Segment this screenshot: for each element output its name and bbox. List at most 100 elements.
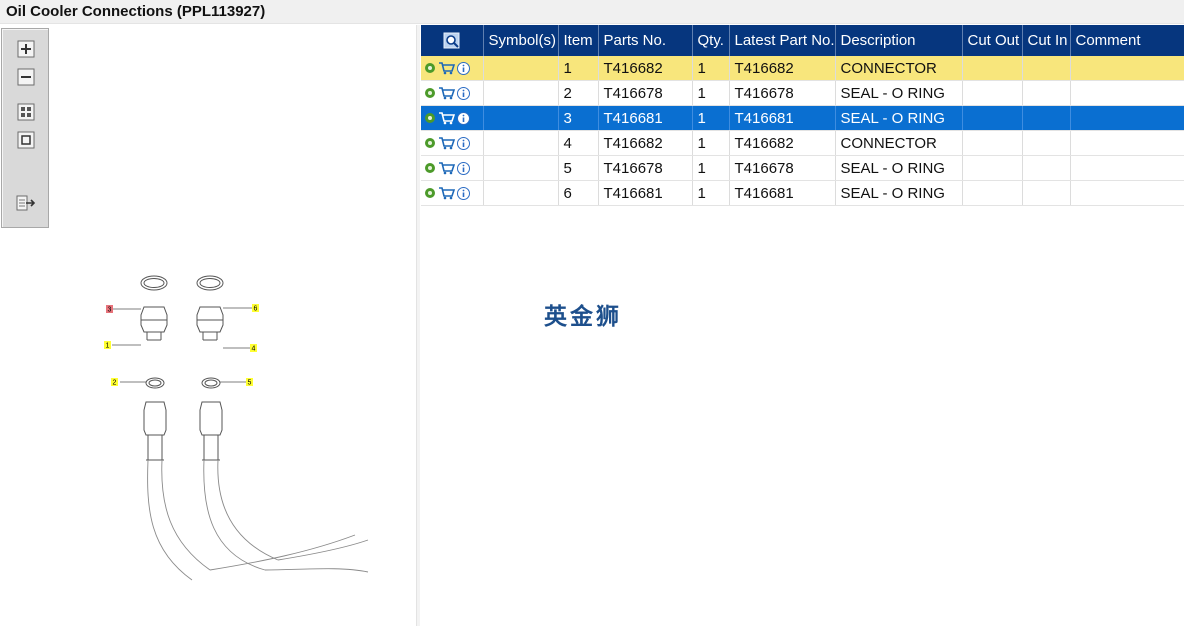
table-row[interactable]: 6 T416681 1 T416681 SEAL - O RING <box>421 180 1184 206</box>
cell-qty: 1 <box>692 105 730 131</box>
row-icons-cell <box>421 180 484 206</box>
cell-part-no: T416678 <box>598 80 693 106</box>
cell-latest-part-no: T416681 <box>729 180 836 206</box>
row-icons-cell <box>421 105 484 131</box>
zoom-out-button[interactable] <box>16 67 36 87</box>
row-icons-cell <box>421 56 484 81</box>
cell-cut-out <box>962 130 1023 156</box>
column-header-symbols[interactable]: Symbol(s) <box>483 25 559 56</box>
viewer-toolbar <box>1 28 49 228</box>
table-header-row: Symbol(s) Item Parts No. Qty. Latest Par… <box>421 25 1184 56</box>
cell-symbols <box>483 56 559 81</box>
info-icon[interactable] <box>457 61 470 75</box>
header-magnify[interactable] <box>421 25 484 56</box>
cell-qty: 1 <box>692 80 730 106</box>
cell-cut-out <box>962 155 1023 181</box>
cell-symbols <box>483 80 559 106</box>
column-header-latest-part-no[interactable]: Latest Part No. <box>729 25 836 56</box>
export-button[interactable] <box>16 193 36 213</box>
cell-latest-part-no: T416682 <box>729 130 836 156</box>
parts-table: Symbol(s) Item Parts No. Qty. Latest Par… <box>421 25 1184 206</box>
table-row[interactable]: 3 T416681 1 T416681 SEAL - O RING <box>421 105 1184 131</box>
callout-label: 6 <box>254 306 258 313</box>
pane-splitter[interactable] <box>416 25 420 626</box>
window-title: Oil Cooler Connections (PPL113927) <box>6 3 266 20</box>
column-header-parts-no[interactable]: Parts No. <box>598 25 693 56</box>
gear-icon[interactable] <box>424 62 436 74</box>
title-bar: Oil Cooler Connections (PPL113927) <box>0 0 1184 24</box>
cart-icon[interactable] <box>438 161 455 175</box>
row-icons-cell <box>421 130 484 156</box>
exploded-parts-diagram[interactable]: 3 1 2 6 4 5 <box>100 270 400 590</box>
cell-part-no: T416681 <box>598 180 693 206</box>
cell-latest-part-no: T416678 <box>729 155 836 181</box>
zoom-in-icon <box>17 40 35 58</box>
info-icon[interactable] <box>457 86 470 100</box>
callout-label: 1 <box>106 343 110 350</box>
cell-symbols <box>483 105 559 131</box>
cell-cut-in <box>1022 180 1071 206</box>
cell-comment <box>1070 80 1184 106</box>
diagram-pane[interactable]: 3 1 2 6 4 5 <box>0 25 416 626</box>
cell-cut-out <box>962 56 1023 81</box>
cell-comment <box>1070 56 1184 81</box>
gear-icon[interactable] <box>424 112 436 124</box>
cell-description: CONNECTOR <box>835 56 963 81</box>
watermark-logo: 英金狮 <box>544 303 622 329</box>
table-row[interactable]: 1 T416682 1 T416682 CONNECTOR <box>421 56 1184 81</box>
cell-cut-in <box>1022 155 1071 181</box>
cell-cut-in <box>1022 105 1071 131</box>
cell-description: SEAL - O RING <box>835 80 963 106</box>
zoom-in-button[interactable] <box>16 39 36 59</box>
cart-icon[interactable] <box>438 61 455 75</box>
info-icon[interactable] <box>457 161 470 175</box>
export-icon <box>16 195 36 211</box>
table-row[interactable]: 4 T416682 1 T416682 CONNECTOR <box>421 130 1184 156</box>
cart-icon[interactable] <box>438 86 455 100</box>
column-header-description[interactable]: Description <box>835 25 963 56</box>
row-icons-cell <box>421 80 484 106</box>
cell-item: 6 <box>558 180 599 206</box>
callout-label: 4 <box>252 346 256 353</box>
column-header-comment[interactable]: Comment <box>1070 25 1184 56</box>
gear-icon[interactable] <box>424 162 436 174</box>
column-header-cut-out[interactable]: Cut Out <box>962 25 1023 56</box>
info-icon[interactable] <box>457 136 470 150</box>
cell-latest-part-no: T416678 <box>729 80 836 106</box>
fit-window-icon <box>17 103 35 121</box>
cart-icon[interactable] <box>438 186 455 200</box>
cell-qty: 1 <box>692 180 730 206</box>
cell-qty: 1 <box>692 155 730 181</box>
gear-icon[interactable] <box>424 187 436 199</box>
callout-label: 3 <box>108 307 112 314</box>
column-header-qty[interactable]: Qty. <box>692 25 730 56</box>
cell-cut-out <box>962 105 1023 131</box>
table-row[interactable]: 5 T416678 1 T416678 SEAL - O RING <box>421 155 1184 181</box>
cell-symbols <box>483 130 559 156</box>
info-icon[interactable] <box>457 111 470 125</box>
cell-item: 4 <box>558 130 599 156</box>
row-icons-cell <box>421 155 484 181</box>
cell-description: CONNECTOR <box>835 130 963 156</box>
cell-qty: 1 <box>692 130 730 156</box>
gear-icon[interactable] <box>424 137 436 149</box>
cell-description: SEAL - O RING <box>835 105 963 131</box>
gear-icon[interactable] <box>424 87 436 99</box>
cell-part-no: T416682 <box>598 130 693 156</box>
cart-icon[interactable] <box>438 136 455 150</box>
cell-part-no: T416682 <box>598 56 693 81</box>
cell-cut-out <box>962 180 1023 206</box>
callout-label: 5 <box>248 380 252 387</box>
column-header-cut-in[interactable]: Cut In <box>1022 25 1071 56</box>
cart-icon[interactable] <box>438 111 455 125</box>
cell-part-no: T416681 <box>598 105 693 131</box>
table-row[interactable]: 2 T416678 1 T416678 SEAL - O RING <box>421 80 1184 106</box>
cell-latest-part-no: T416681 <box>729 105 836 131</box>
cell-cut-out <box>962 80 1023 106</box>
callout-label: 2 <box>113 380 117 387</box>
fit-window-button[interactable] <box>16 102 36 122</box>
column-header-item[interactable]: Item <box>558 25 599 56</box>
cell-cut-in <box>1022 56 1071 81</box>
info-icon[interactable] <box>457 186 470 200</box>
actual-size-button[interactable] <box>16 130 36 150</box>
